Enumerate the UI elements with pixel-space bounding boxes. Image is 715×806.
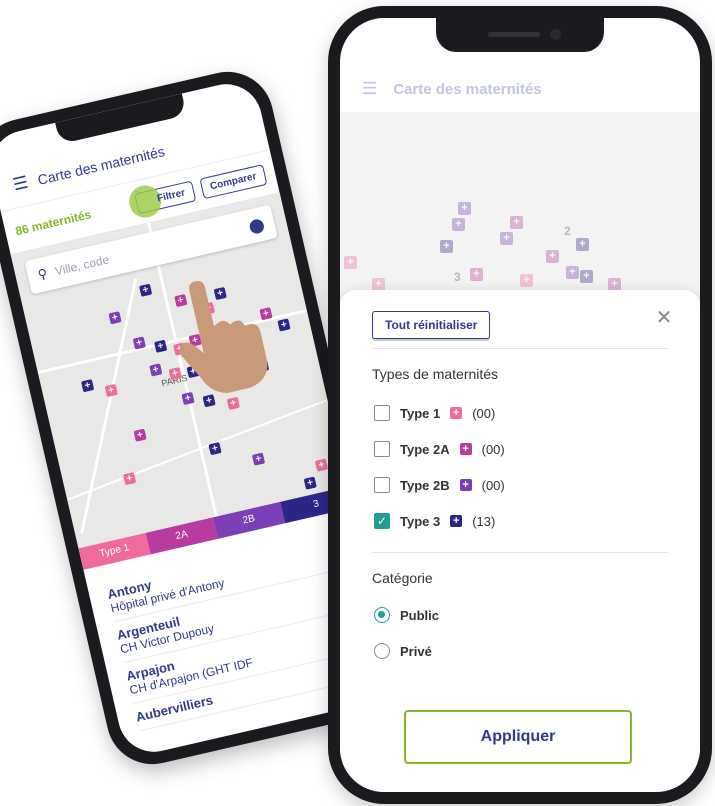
divider [372, 348, 668, 349]
compare-button[interactable]: Comparer [199, 163, 268, 199]
map-marker: + [470, 268, 483, 281]
reset-all-button[interactable]: Tout réinitialiser [372, 311, 491, 339]
private-radio[interactable] [374, 643, 390, 659]
map-marker[interactable]: + [226, 396, 240, 410]
map-marker[interactable]: + [303, 476, 317, 490]
type-2b-option[interactable]: Type 2B + (00) [374, 475, 505, 495]
map-marker[interactable]: + [139, 283, 153, 297]
category-private-option[interactable]: Privé [374, 641, 432, 661]
type-1-checkbox[interactable] [374, 405, 390, 421]
private-label: Privé [400, 643, 432, 659]
public-label: Public [400, 607, 440, 623]
public-radio[interactable] [374, 607, 390, 623]
map-marker: + [458, 202, 471, 215]
map-marker: + [546, 250, 559, 263]
type-2b-label: Type 2B [400, 477, 450, 493]
divider [372, 552, 668, 553]
category-public-option[interactable]: Public [374, 605, 439, 625]
search-icon: ⚲ [36, 265, 49, 283]
type-3-checkbox[interactable]: ✓ [374, 513, 390, 529]
type-2a-checkbox[interactable] [374, 441, 390, 457]
apply-button[interactable]: Appliquer [404, 710, 632, 764]
map-marker[interactable]: + [154, 339, 168, 353]
map-marker[interactable]: + [108, 311, 122, 325]
types-section-title: Types de maternités [372, 366, 499, 382]
right-phone-screen: ☰ Carte des maternités + + + + + + + + +… [340, 18, 700, 792]
map-marker[interactable]: + [208, 442, 222, 456]
map-marker[interactable]: + [277, 318, 291, 332]
plus-marker-icon: + [459, 443, 472, 455]
right-page-title: Carte des maternités [393, 80, 542, 98]
map-marker: + [510, 216, 523, 229]
type-3-option[interactable]: ✓ Type 3 + (13) [374, 511, 495, 531]
plus-marker-icon: + [450, 515, 463, 527]
type-2b-count: (00) [481, 477, 505, 493]
map-marker: + [440, 240, 453, 253]
map-cluster-count: 2 [564, 224, 571, 238]
type-2a-option[interactable]: Type 2A + (00) [374, 439, 505, 459]
speaker-grille [488, 32, 540, 37]
map-marker[interactable]: + [104, 383, 118, 398]
type-3-count: (13) [472, 513, 496, 529]
right-phone-mockup: ☰ Carte des maternités + + + + + + + + +… [328, 6, 712, 804]
location-pin-icon[interactable]: ⬤ [247, 215, 266, 235]
right-app-header: ☰ Carte des maternités [340, 66, 700, 112]
category-section-title: Catégorie [372, 570, 433, 586]
menu-icon[interactable]: ☰ [11, 173, 30, 196]
map-marker: + [520, 274, 533, 287]
map-marker: + [344, 256, 357, 269]
menu-icon[interactable]: ☰ [362, 79, 377, 99]
type-2a-label: Type 2A [400, 441, 450, 457]
type-1-count: (00) [472, 405, 496, 421]
type-1-option[interactable]: Type 1 + (00) [374, 403, 495, 423]
map-marker: + [452, 218, 465, 231]
type-1-label: Type 1 [400, 405, 441, 421]
map-marker[interactable]: + [251, 452, 266, 466]
map-marker[interactable]: + [133, 428, 147, 442]
type-2a-count: (00) [481, 441, 505, 457]
filter-panel: Tout réinitialiser ✕ Types de maternités… [340, 290, 700, 792]
map-marker: + [566, 266, 579, 279]
close-icon[interactable]: ✕ [652, 306, 676, 330]
plus-marker-icon: + [459, 479, 472, 491]
type-3-label: Type 3 [400, 513, 441, 529]
map-marker[interactable]: + [149, 363, 163, 377]
map-marker[interactable]: + [81, 379, 95, 393]
map-marker: + [576, 238, 589, 251]
map-cluster-count: 3 [454, 270, 461, 284]
right-phone-notch [436, 18, 604, 52]
filter-button-label: Filtrer [156, 187, 187, 205]
map-marker[interactable]: + [122, 472, 137, 486]
right-map: + + + + + + + + + + + + + + 2 3 [340, 112, 700, 302]
front-camera [550, 29, 561, 40]
map-marker: + [580, 270, 593, 283]
type-2b-checkbox[interactable] [374, 477, 390, 493]
plus-marker-icon: + [450, 407, 463, 419]
filter-button[interactable]: Filtrer [126, 180, 196, 221]
map-marker: + [500, 232, 513, 245]
map-marker[interactable]: + [314, 458, 329, 472]
